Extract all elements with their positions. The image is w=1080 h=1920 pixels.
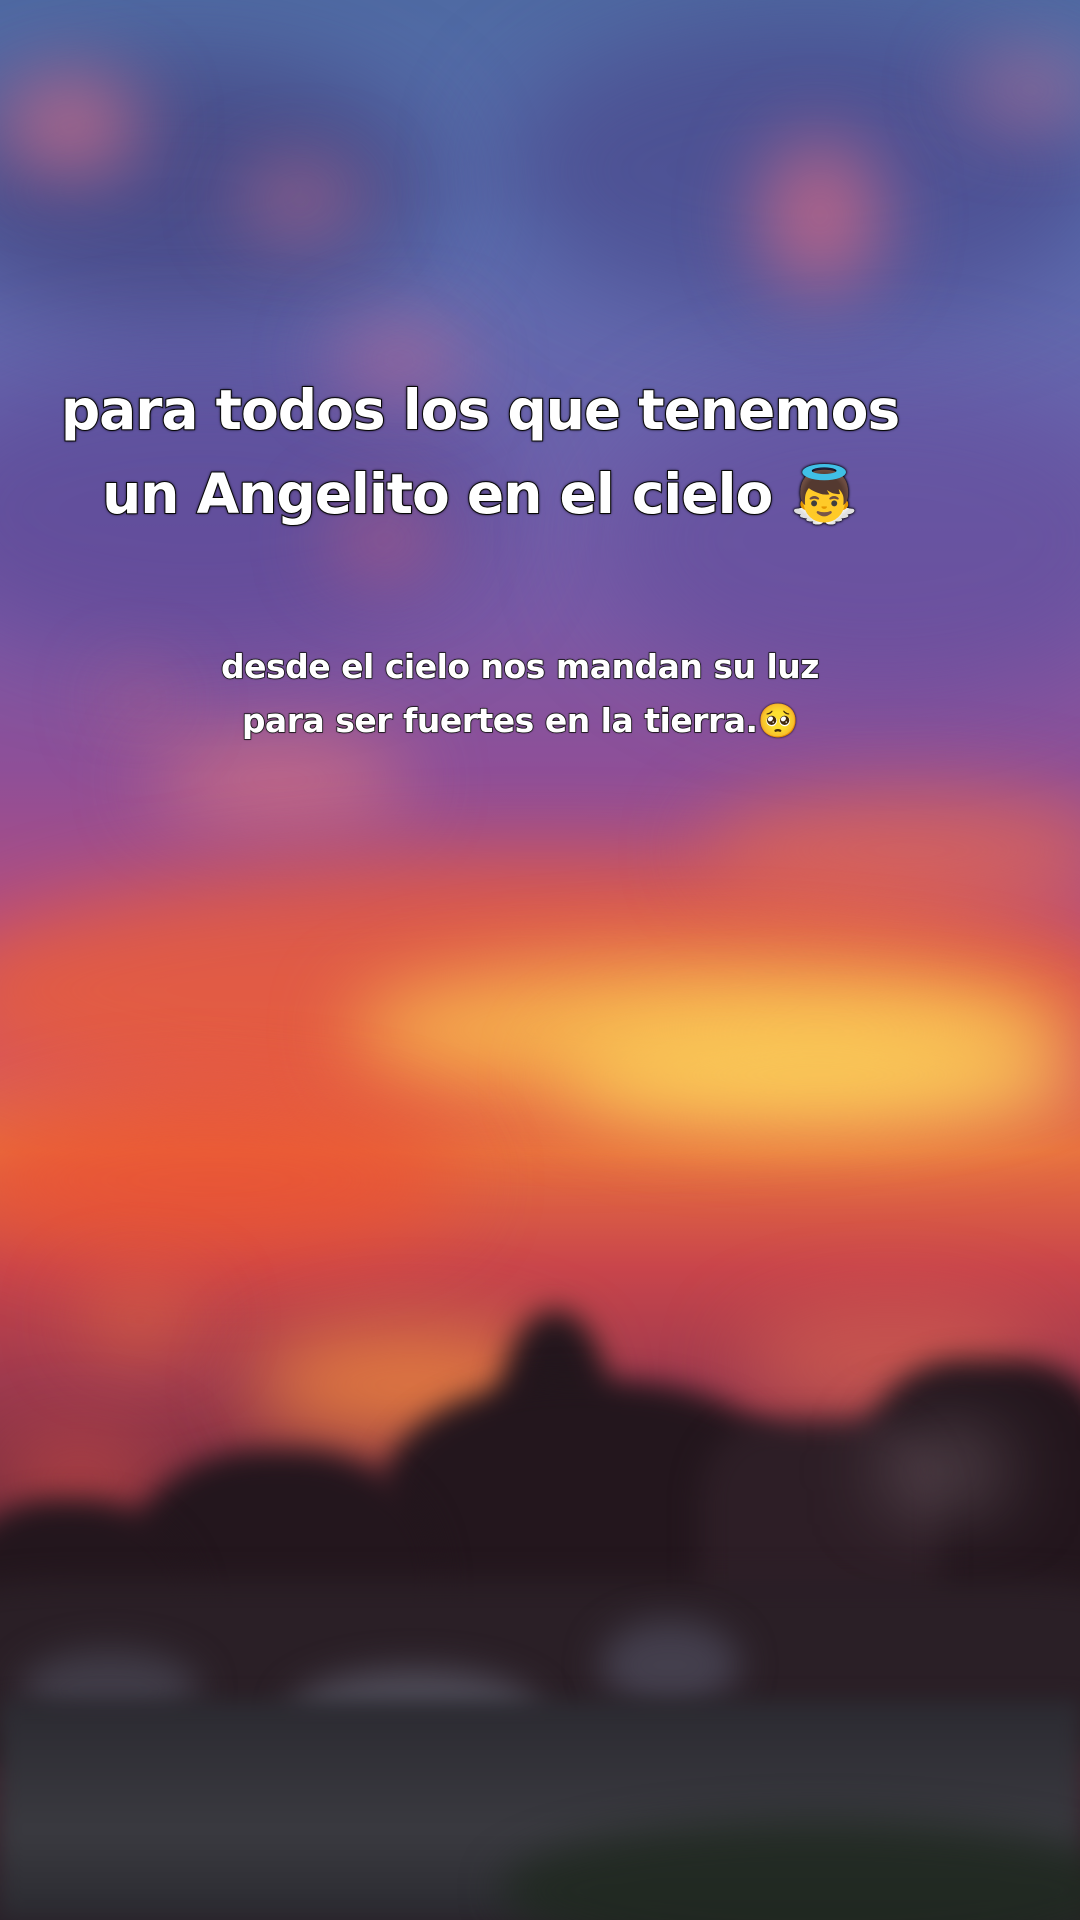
house-wall <box>890 1440 1000 1500</box>
horizon-glow <box>80 1290 200 1350</box>
pink-cloud-highlight <box>110 680 170 720</box>
sunset-yellow-glow <box>560 1020 1080 1130</box>
pink-cloud-highlight <box>0 80 140 170</box>
pink-cloud-highlight <box>240 170 360 230</box>
subtitle-line-1: desde el cielo nos mandan su luz <box>220 646 820 687</box>
subtitle-caption: desde el cielo nos mandan su luz para se… <box>200 640 840 748</box>
parked-car <box>600 1620 740 1710</box>
pink-cloud-highlight <box>760 140 880 290</box>
headline-line-1: para todos los que tenemos <box>60 377 901 443</box>
headline-line-2: un Angelito en el cielo 👼 <box>101 461 860 527</box>
video-frame: para todos los que tenemos un Angelito e… <box>0 0 1080 1920</box>
headline-caption: para todos los que tenemos un Angelito e… <box>60 368 901 536</box>
subtitle-line-2: para ser fuertes en la tierra.🥺 <box>241 700 799 741</box>
pink-cloud-highlight <box>150 740 410 820</box>
